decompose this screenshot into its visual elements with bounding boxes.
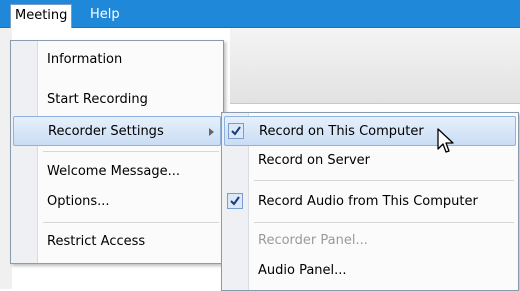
menu-item-label: Options... <box>47 194 110 209</box>
recorder-settings-submenu: Record on This Computer Record on Server… <box>221 112 519 291</box>
menu-separator <box>254 180 514 181</box>
menu-item-start-recording[interactable]: Start Recording <box>13 85 221 115</box>
mouse-pointer-icon <box>437 128 454 153</box>
menu-help[interactable]: Help <box>86 5 124 25</box>
menu-item-recorder-panel: Recorder Panel... <box>224 226 516 256</box>
menu-item-record-on-this-computer[interactable]: Record on This Computer <box>224 116 516 146</box>
checkmark-icon <box>227 193 243 209</box>
menu-item-label: Recorder Panel... <box>258 233 368 248</box>
menu-item-label: Recorder Settings <box>48 124 164 139</box>
menu-item-recorder-settings[interactable]: Recorder Settings <box>13 116 221 146</box>
menu-item-record-audio[interactable]: Record Audio from This Computer <box>224 187 516 217</box>
menu-item-label: Record on Server <box>258 153 371 168</box>
menu-meeting[interactable]: Meeting <box>10 4 73 28</box>
menu-item-label: Restrict Access <box>47 234 146 249</box>
menu-item-label: Record Audio from This Computer <box>258 194 478 209</box>
toolbar-background <box>230 28 520 104</box>
menu-item-label: Start Recording <box>47 92 148 107</box>
submenu-arrow-icon <box>209 128 214 136</box>
menu-separator <box>43 222 219 223</box>
menu-item-information[interactable]: Information <box>13 45 221 75</box>
checkmark-icon <box>228 123 244 139</box>
menu-item-label: Record on This Computer <box>259 124 424 139</box>
menu-item-record-on-server[interactable]: Record on Server <box>224 146 516 176</box>
menu-item-audio-panel[interactable]: Audio Panel... <box>224 256 516 286</box>
meeting-menu: Information Start Recording Recorder Set… <box>10 40 224 264</box>
menu-separator <box>43 151 219 152</box>
menu-item-label: Information <box>47 52 123 67</box>
menu-item-welcome-message[interactable]: Welcome Message... <box>13 157 221 187</box>
menu-item-label: Welcome Message... <box>47 164 180 179</box>
menu-separator <box>254 222 514 223</box>
menu-item-options[interactable]: Options... <box>13 187 221 217</box>
menu-item-restrict-access[interactable]: Restrict Access <box>13 227 221 257</box>
menu-bar: Meeting Help <box>0 0 520 28</box>
menu-item-label: Audio Panel... <box>258 263 347 278</box>
